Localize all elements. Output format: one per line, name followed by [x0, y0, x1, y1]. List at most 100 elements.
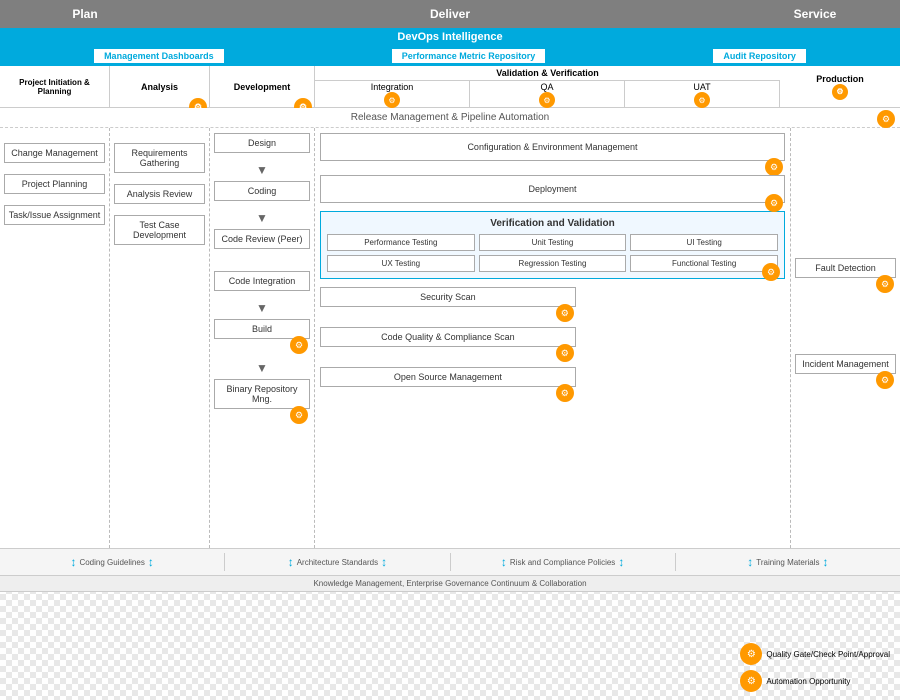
arch-standards-label: Architecture Standards [297, 558, 378, 567]
quality-label: Quality Gate/Check Point/Approval [766, 650, 890, 659]
task-issue-box: Task/Issue Assignment [4, 205, 105, 225]
automation-icon: ⚙ [740, 670, 762, 692]
testcase-dev-box: Test Case Development [114, 215, 205, 245]
analysis-column: Requirements Gathering Analysis Review T… [110, 128, 210, 548]
open-source-box: Open Source Management [320, 367, 576, 387]
center-column: Configuration & Environment Management ⚙… [315, 128, 790, 548]
service-label: Service [794, 7, 837, 21]
coding-guidelines-label: Coding Guidelines [79, 558, 144, 567]
perf-metric: Performance Metric Repository [391, 48, 547, 64]
plan-arrow [170, 0, 188, 28]
release-bar-text: Release Management & Pipeline Automation [351, 112, 549, 123]
functional-testing-item: Functional Testing [630, 255, 778, 272]
deliver-arrow [730, 0, 748, 28]
integration-gear-icon: ⚙ [384, 92, 400, 108]
mgmt-dash: Management Dashboards [93, 48, 225, 64]
deployment-row: Deployment ⚙ [320, 175, 785, 203]
vv-grid-row1: Performance Testing Unit Testing UI Test… [327, 234, 778, 251]
build-arrow: ▼ [214, 362, 310, 374]
vv-label: Validation & Verification [315, 66, 780, 81]
lc-uat: UAT ⚙ [625, 81, 780, 109]
tm-arrow2-icon: ↕ [823, 555, 829, 569]
training-materials: ↕ Training Materials ↕ [676, 553, 900, 571]
build-gear-icon: ⚙ [290, 336, 308, 354]
cg-arrow2-icon: ↕ [148, 555, 154, 569]
lc-development: Development ⚙ [210, 66, 315, 107]
unit-testing-item: Unit Testing [479, 234, 627, 251]
lc-analysis: Analysis ⚙ [110, 66, 210, 107]
training-materials-label: Training Materials [756, 558, 819, 567]
cq-gear-icon: ⚙ [556, 344, 574, 362]
config-env-box: Configuration & Environment Management [320, 133, 785, 161]
plan-label: Plan [72, 7, 97, 21]
main-container: Plan Deliver Service DevOps Intelligence… [0, 0, 900, 700]
production-gear-icon: ⚙ [832, 84, 848, 100]
development-label: Development [234, 82, 291, 92]
lifecycle-row: Project Initiation & Planning Analysis ⚙… [0, 66, 900, 108]
analysis-label: Analysis [141, 82, 178, 92]
qa-label: QA [540, 82, 553, 92]
requirements-box: Requirements Gathering [114, 143, 205, 173]
ux-testing-item: UX Testing [327, 255, 475, 272]
release-bar: Release Management & Pipeline Automation… [0, 108, 900, 128]
vv-gear-icon: ⚙ [762, 263, 780, 281]
production-label: Production [816, 74, 864, 84]
standards-bar: ↕ Coding Guidelines ↕ ↕ Architecture Sta… [0, 548, 900, 576]
binary-repo-box: Binary Repository Mng. [214, 379, 310, 409]
ui-testing-item: UI Testing [630, 234, 778, 251]
ci-arrow: ▼ [214, 302, 310, 314]
service-column: Fault Detection ⚙ Incident Management ⚙ [790, 128, 900, 548]
km-text: Knowledge Management, Enterprise Governa… [313, 579, 586, 588]
coding-arrow: ▼ [214, 212, 310, 224]
uat-gear-icon: ⚙ [694, 92, 710, 108]
vv-box: Verification and Validation Performance … [320, 211, 785, 279]
coding-box: Coding [214, 181, 310, 201]
development-column: Design ▼ Coding ▼ Code Review (Peer) Cod… [210, 128, 315, 548]
perf-testing-item: Performance Testing [327, 234, 475, 251]
arch-standards: ↕ Architecture Standards ↕ [225, 553, 450, 571]
code-integration-box: Code Integration [214, 271, 310, 291]
devops-bar: DevOps Intelligence [0, 28, 900, 46]
integration-label: Integration [371, 82, 414, 92]
vv-grid-row2: UX Testing Regression Testing Functional… [327, 255, 778, 272]
release-gear-icon: ⚙ [877, 110, 895, 128]
km-bar: Knowledge Management, Enterprise Governa… [0, 576, 900, 592]
lc-integration: Integration ⚙ [315, 81, 470, 109]
config-deploy-row: Configuration & Environment Management ⚙ [320, 133, 785, 167]
automation-label: Automation Opportunity [766, 677, 850, 686]
lc-production: Production ⚙ [780, 66, 900, 107]
quality-legend: ⚙ Quality Gate/Check Point/Approval [740, 643, 890, 665]
os-gear-icon: ⚙ [556, 384, 574, 402]
devops-section: DevOps Intelligence Management Dashboard… [0, 28, 900, 66]
lc-project: Project Initiation & Planning [0, 66, 110, 107]
project-label: Project Initiation & Planning [2, 78, 107, 96]
security-gear-icon: ⚙ [556, 304, 574, 322]
vv-sub: Integration ⚙ QA ⚙ UAT ⚙ [315, 81, 780, 109]
risk-policies: ↕ Risk and Compliance Policies ↕ [451, 553, 676, 571]
as-arrow2-icon: ↕ [381, 555, 387, 569]
vv-text: Validation & Verification [496, 68, 599, 78]
analysis-review-box: Analysis Review [114, 184, 205, 204]
quality-icon: ⚙ [740, 643, 762, 665]
change-management-box: Change Management [4, 143, 105, 163]
tm-arrow-icon: ↕ [747, 555, 753, 569]
cg-arrow-icon: ↕ [70, 555, 76, 569]
deployment-gear-icon: ⚙ [765, 194, 783, 212]
deployment-box: Deployment [320, 175, 785, 203]
phase-plan: Plan [0, 0, 170, 28]
security-scan-box: Security Scan [320, 287, 576, 307]
code-quality-box: Code Quality & Compliance Scan [320, 327, 576, 347]
design-box: Design [214, 133, 310, 153]
as-arrow-icon: ↕ [288, 555, 294, 569]
binary-gear-icon: ⚙ [290, 406, 308, 424]
project-column: Change Management Project Planning Task/… [0, 128, 110, 548]
qa-gear-icon: ⚙ [539, 92, 555, 108]
lc-vv: Validation & Verification Integration ⚙ … [315, 66, 780, 107]
rp-arrow-icon: ↕ [501, 555, 507, 569]
config-gear-icon: ⚙ [765, 158, 783, 176]
fault-gear-icon: ⚙ [876, 275, 894, 293]
project-planning-box: Project Planning [4, 174, 105, 194]
code-review-box: Code Review (Peer) [214, 229, 310, 249]
incident-gear-icon: ⚙ [876, 371, 894, 389]
regression-testing-item: Regression Testing [479, 255, 627, 272]
